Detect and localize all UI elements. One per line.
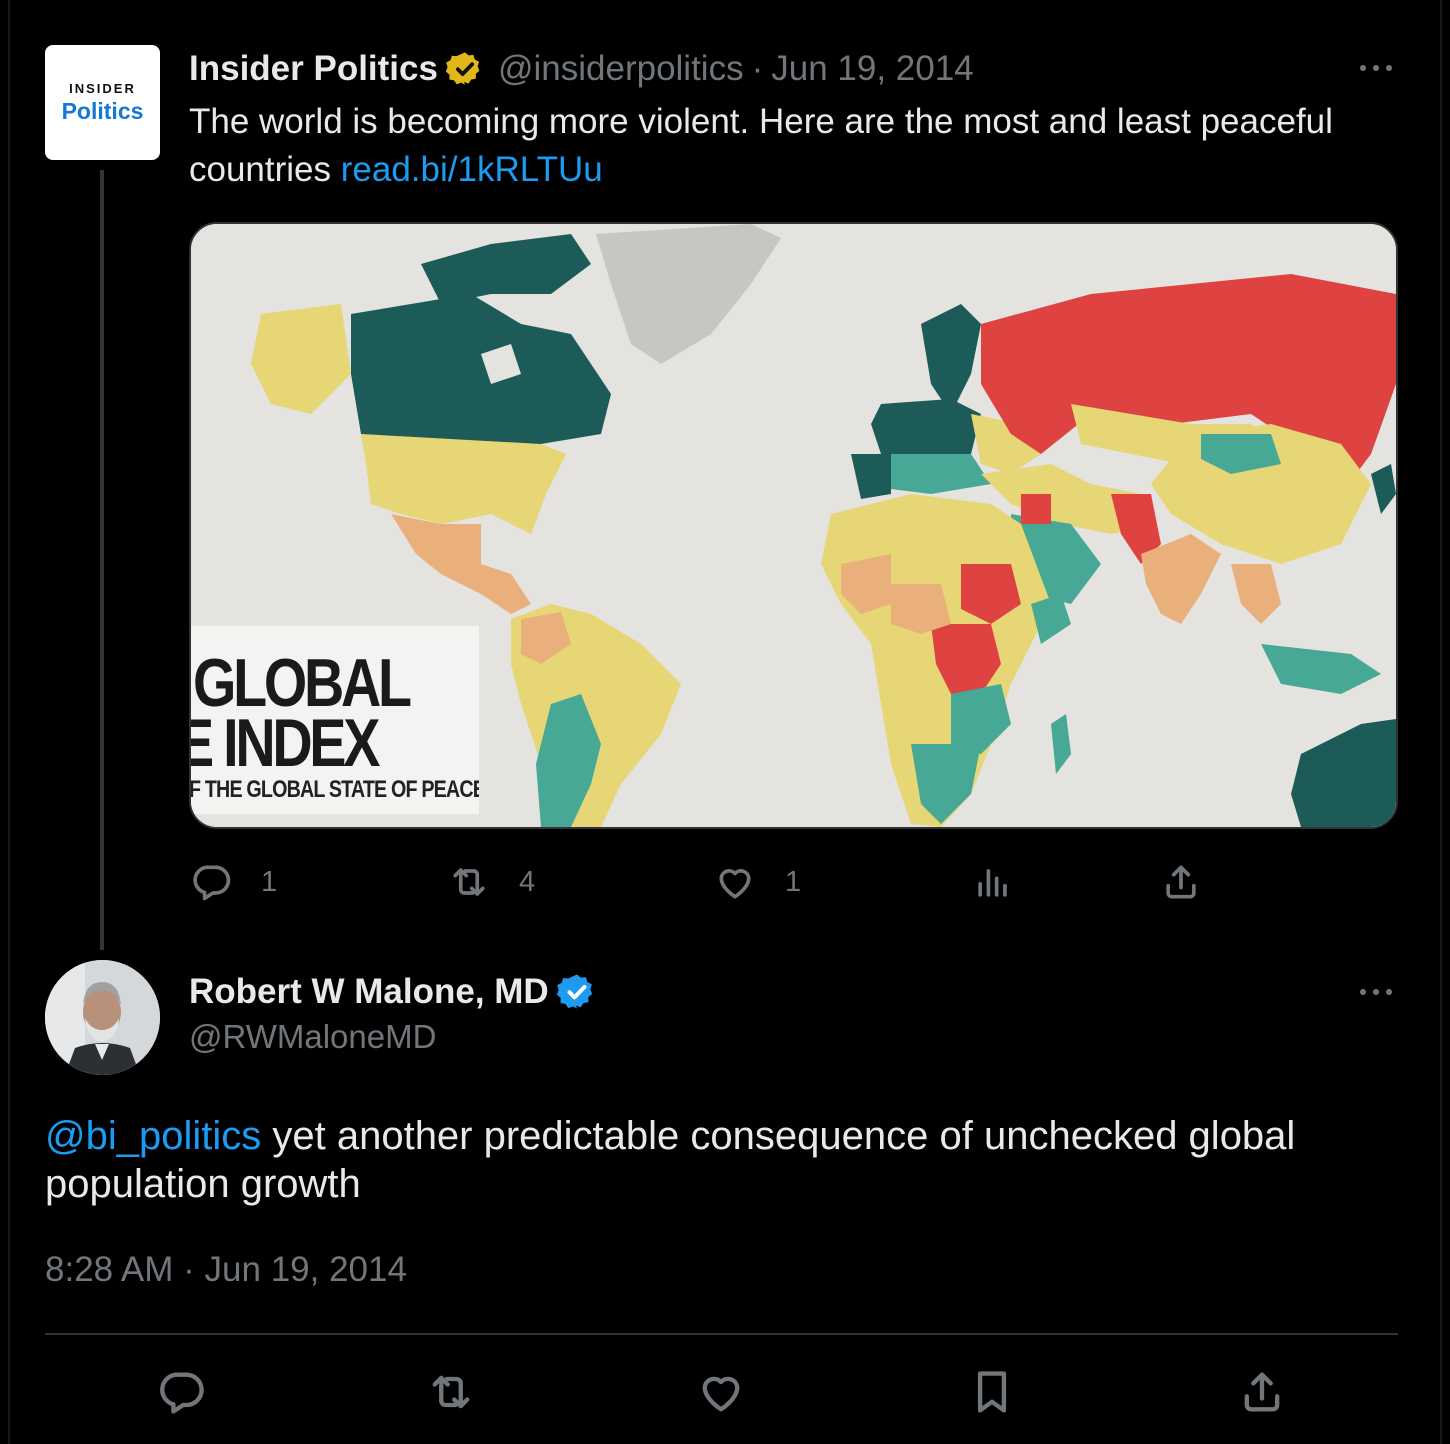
reply-button[interactable]: 1 — [189, 858, 277, 906]
avatar-bottom-text: Politics — [61, 97, 144, 124]
more-icon[interactable] — [1356, 58, 1396, 78]
parent-tweet-text: The world is becoming more violent. Here… — [189, 98, 1404, 194]
reply-tweet-text: @bi_politics yet another predictable con… — [45, 1112, 1405, 1208]
overlay-subtitle: F THE GLOBAL STATE OF PEACE — [191, 776, 479, 803]
tweet-date: Jun 19, 2014 — [204, 1250, 407, 1289]
repost-button[interactable] — [425, 1366, 477, 1418]
divider — [45, 1333, 1398, 1335]
tweet-timestamp[interactable]: 8:28 AM · Jun 19, 2014 — [45, 1250, 407, 1290]
overlay-title-line2: E INDEX — [191, 705, 380, 781]
global-peace-index-label: GLOBAL E INDEX F THE GLOBAL STATE OF PEA… — [191, 626, 479, 814]
avatar-top-text: INSIDER — [69, 80, 136, 96]
header-separator: · — [751, 49, 764, 88]
like-icon — [719, 869, 751, 899]
reply-icon — [160, 1372, 204, 1414]
like-icon — [702, 1376, 740, 1412]
tweet-date[interactable]: Jun 19, 2014 — [771, 49, 973, 89]
repost-button[interactable]: 4 — [447, 858, 535, 906]
verified-gold-icon — [445, 52, 480, 85]
views-button[interactable] — [971, 858, 1015, 906]
like-count: 1 — [785, 865, 802, 898]
reply-icon — [193, 865, 231, 901]
reply-tweet-header: Robert W Malone, MD — [189, 968, 597, 1016]
more-icon[interactable] — [1356, 982, 1396, 1002]
profile-photo — [45, 960, 160, 1075]
like-button[interactable]: 1 — [713, 858, 801, 906]
like-button[interactable] — [695, 1366, 747, 1418]
reply-count: 1 — [261, 865, 278, 898]
bookmark-button[interactable] — [966, 1366, 1018, 1418]
tweet-media-image[interactable]: GLOBAL E INDEX F THE GLOBAL STATE OF PEA… — [189, 222, 1398, 829]
author-handle[interactable]: @insiderpolitics — [498, 49, 744, 89]
robert-malone-avatar[interactable] — [45, 960, 160, 1075]
verified-blue-icon — [556, 974, 592, 1009]
timestamp-separator: · — [183, 1250, 195, 1289]
author-name[interactable]: Insider Politics — [189, 49, 438, 89]
author-handle[interactable]: @RWMaloneMD — [189, 1018, 436, 1056]
reply-button[interactable] — [155, 1366, 207, 1418]
frame-border-left — [8, 0, 10, 1444]
mention-link[interactable]: @bi_politics — [45, 1114, 261, 1158]
thread-connector-line — [100, 170, 104, 950]
repost-icon — [432, 1375, 470, 1409]
insider-politics-avatar[interactable]: INSIDER Politics — [45, 45, 160, 160]
tweet-link[interactable]: read.bi/1kRLTUu — [341, 150, 603, 189]
share-button[interactable] — [1236, 1366, 1288, 1418]
share-button[interactable] — [1159, 858, 1203, 906]
share-icon — [1244, 1372, 1280, 1412]
share-icon — [1166, 865, 1196, 899]
author-name[interactable]: Robert W Malone, MD — [189, 972, 549, 1012]
repost-icon — [453, 868, 485, 896]
views-icon — [978, 869, 1007, 897]
tweet-time: 8:28 AM — [45, 1250, 174, 1289]
parent-tweet-header: Insider Politics @insiderpolitics · Jun … — [189, 46, 974, 92]
bookmark-icon — [977, 1371, 1007, 1413]
repost-count: 4 — [519, 865, 536, 898]
frame-border-right — [1440, 0, 1442, 1444]
